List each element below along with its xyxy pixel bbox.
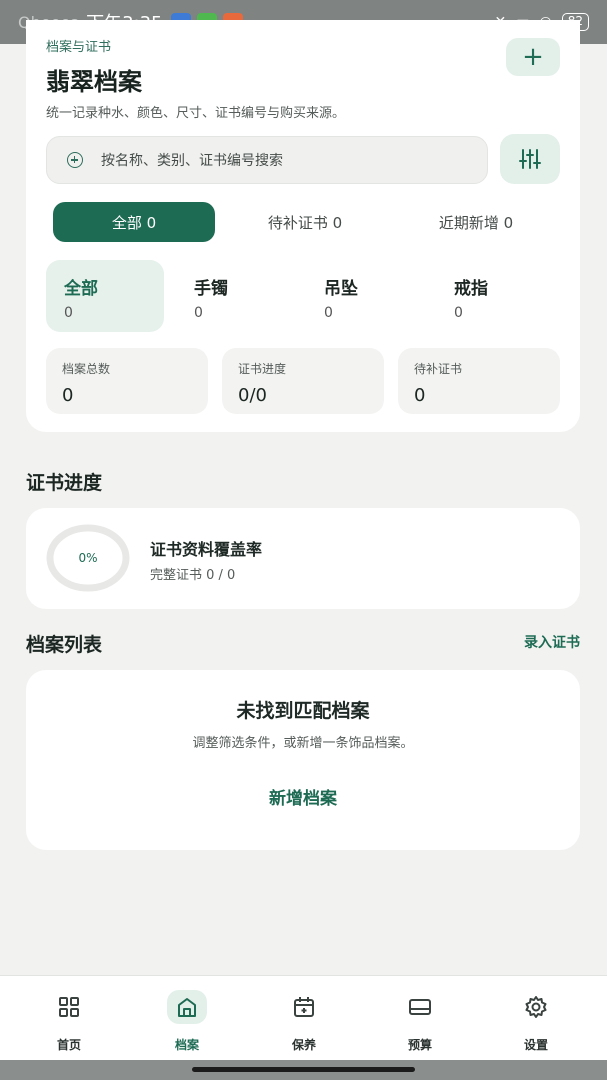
category-all[interactable]: 全部 0 xyxy=(46,260,164,332)
category-ring[interactable]: 戒指 0 xyxy=(436,260,554,332)
coverage-title: 证书资料覆盖率 xyxy=(150,540,263,559)
wallet-icon xyxy=(400,990,440,1024)
nav-label: 首页 xyxy=(56,1038,81,1052)
gear-icon xyxy=(516,990,556,1024)
page-title: 翡翠档案 xyxy=(46,68,142,96)
archive-icon xyxy=(167,990,207,1024)
stat-label: 证书进度 xyxy=(238,362,287,376)
filter-button[interactable] xyxy=(500,134,560,184)
category-pendant[interactable]: 吊坠 0 xyxy=(306,260,424,332)
nav-label: 设置 xyxy=(523,1038,548,1052)
category-label: 全部 xyxy=(64,279,98,299)
category-count: 0 xyxy=(64,305,73,321)
add-archive-button[interactable]: + xyxy=(506,38,560,76)
enter-certificate-link[interactable]: 录入证书 xyxy=(524,632,580,652)
category-bracelet[interactable]: 手镯 0 xyxy=(176,260,294,332)
stat-pending-certificate: 待补证书 0 xyxy=(398,348,560,414)
nav-label: 保养 xyxy=(291,1038,316,1052)
tab-pending-certificate[interactable]: 待补证书 0 xyxy=(226,202,384,242)
nav-label: 档案 xyxy=(174,1038,199,1052)
category-label: 戒指 xyxy=(454,279,488,299)
add-archive-link[interactable]: 新增档案 xyxy=(26,784,580,809)
empty-state-card: 未找到匹配档案 调整筛选条件，或新增一条饰品档案。 新增档案 xyxy=(26,670,580,850)
nav-budget[interactable]: 预算 xyxy=(370,990,470,1060)
grid-icon xyxy=(49,990,89,1024)
stat-label: 档案总数 xyxy=(62,362,111,376)
archive-header-card: 档案与证书 翡翠档案 统一记录种水、颜色、尺寸、证书编号与购买来源。 + 按名称… xyxy=(26,20,580,432)
category-label: 吊坠 xyxy=(324,279,358,299)
category-label: 手镯 xyxy=(194,279,228,299)
tab-all[interactable]: 全部 0 xyxy=(53,202,215,242)
stat-value: 0/0 xyxy=(238,385,267,406)
certificate-progress-heading: 证书进度 xyxy=(26,472,103,494)
empty-title: 未找到匹配档案 xyxy=(236,700,370,722)
certificate-progress-card: 0% 证书资料覆盖率 完整证书 0 / 0 xyxy=(26,508,580,609)
search-input[interactable]: 按名称、类别、证书编号搜索 xyxy=(46,136,488,184)
search-icon xyxy=(67,152,83,168)
nav-archive[interactable]: 档案 xyxy=(137,990,237,1060)
progress-percent: 0% xyxy=(78,551,98,565)
eyebrow-label: 档案与证书 xyxy=(46,40,112,55)
nav-maintenance[interactable]: 保养 xyxy=(254,990,354,1060)
archive-list-heading: 档案列表 xyxy=(26,634,103,656)
stat-total: 档案总数 0 xyxy=(46,348,208,414)
coverage-subtitle: 完整证书 0 / 0 xyxy=(150,568,236,583)
category-count: 0 xyxy=(324,305,333,321)
nav-settings[interactable]: 设置 xyxy=(486,990,586,1060)
page-description: 统一记录种水、颜色、尺寸、证书编号与购买来源。 xyxy=(46,106,346,121)
sliders-icon xyxy=(519,149,541,169)
stat-value: 0 xyxy=(414,385,426,406)
calendar-icon xyxy=(284,990,324,1024)
nav-home[interactable]: 首页 xyxy=(19,990,119,1060)
home-indicator[interactable] xyxy=(192,1067,415,1072)
tab-recent[interactable]: 近期新增 0 xyxy=(396,202,556,242)
search-placeholder: 按名称、类别、证书编号搜索 xyxy=(101,153,283,169)
stat-label: 待补证书 xyxy=(414,362,463,376)
stat-value: 0 xyxy=(62,385,74,406)
nav-label: 预算 xyxy=(407,1038,432,1052)
empty-description: 调整筛选条件，或新增一条饰品档案。 xyxy=(192,736,414,751)
category-count: 0 xyxy=(194,305,203,321)
category-count: 0 xyxy=(454,305,463,321)
stat-certificate-progress: 证书进度 0/0 xyxy=(222,348,384,414)
